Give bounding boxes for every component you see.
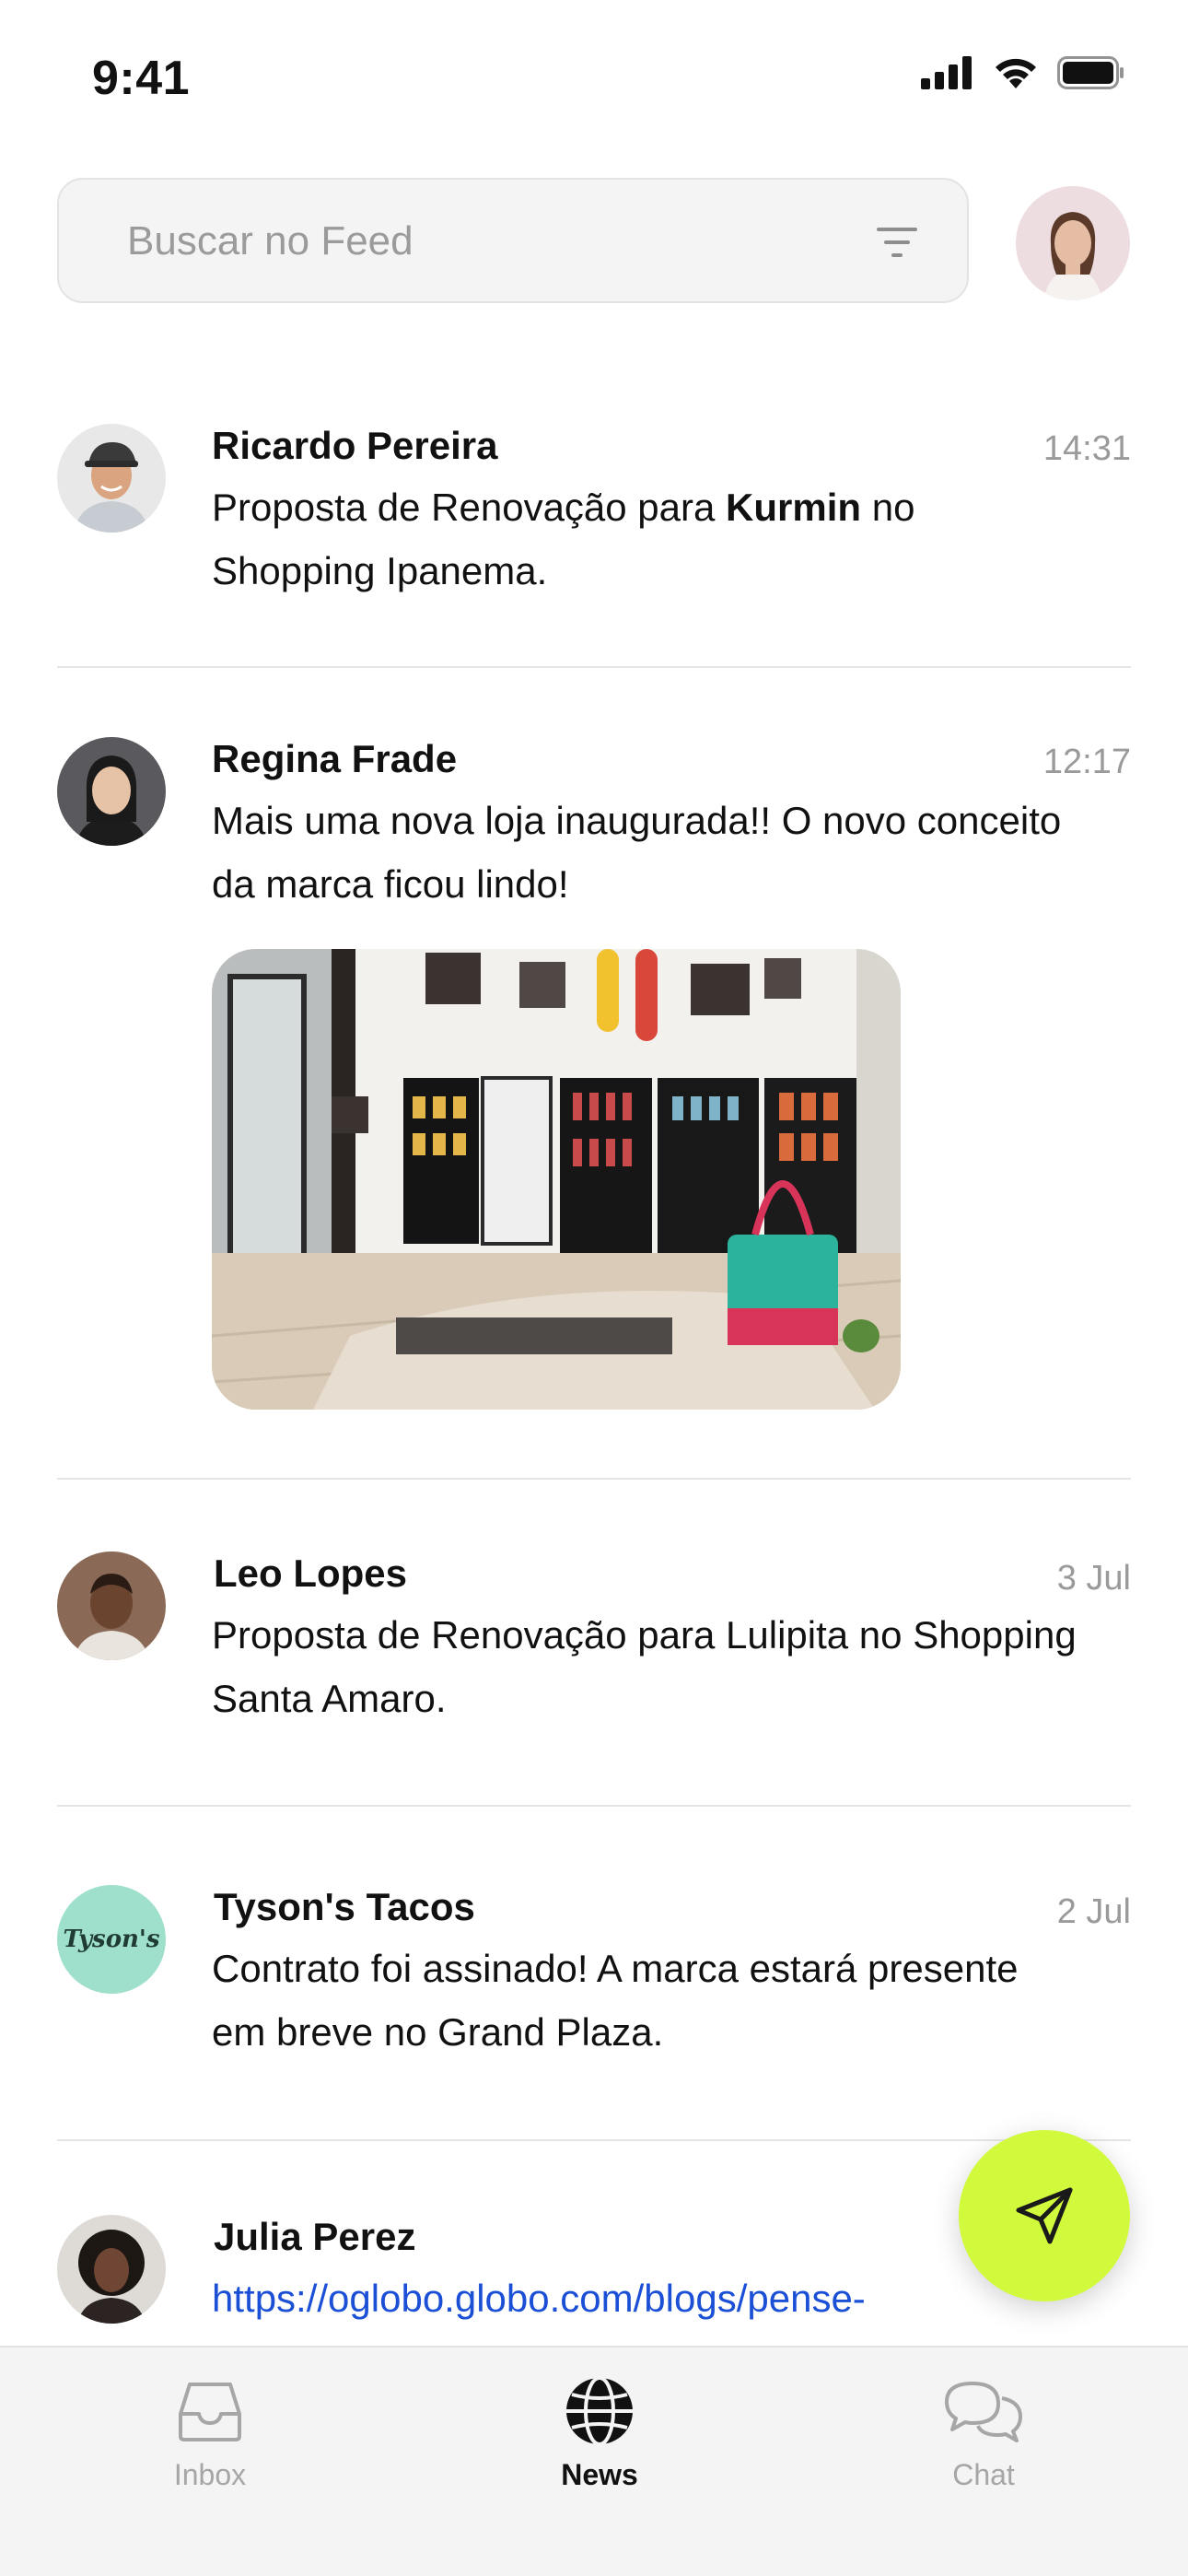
feed-item[interactable]: Leo Lopes 3 Jul Proposta de Renovação pa… [57,1551,1131,1736]
message-text: Proposta de Renovação para Lulipita no S… [212,1613,1077,1720]
avatar [57,424,166,533]
timestamp: 14:31 [1042,429,1131,468]
tab-news[interactable]: News [489,2370,710,2492]
divider [57,666,1131,668]
avatar [57,1551,166,1660]
author-name: Regina Frade [212,737,458,780]
post-image[interactable] [212,949,901,1410]
tab-label: News [561,2458,638,2491]
author-name: Tyson's Tacos [214,1885,475,1928]
feed-item[interactable]: Ricardo Pereira 14:31 Proposta de Renova… [57,424,1131,608]
message-link[interactable]: https://oglobo.globo.com/blogs/pense- [212,2266,1077,2330]
timestamp: 3 Jul [1056,1559,1131,1598]
battery-icon [1057,56,1124,89]
profile-avatar[interactable] [1016,186,1130,300]
send-icon [1016,2187,1073,2244]
search-input[interactable]: Buscar no Feed [57,178,969,303]
inbox-icon [179,2383,241,2441]
divider [57,2139,1131,2141]
brand-logo-text: Tyson's [63,1926,160,1953]
divider [57,1805,1131,1807]
chat-icon [945,2382,1022,2442]
timestamp: 2 Jul [1056,1892,1131,1931]
message-text: Mais uma nova loja inaugurada!! O novo c… [212,799,1062,906]
feed-item[interactable]: Tyson's Tyson's Tacos 2 Jul Contrato foi… [57,1885,1131,2069]
feed-item[interactable]: Regina Frade 12:17 Mais uma nova loja in… [57,737,1131,1419]
tab-chat[interactable]: Chat [873,2370,1094,2492]
status-icons [921,55,1125,90]
author-name: Julia Perez [214,2215,416,2258]
tab-inbox[interactable]: Inbox [99,2370,320,2492]
message-text: Contrato foi assinado! A marca estará pr… [212,1947,1019,2054]
signal-icon [921,56,972,89]
filter-icon[interactable] [875,224,919,261]
brand-avatar: Tyson's [57,1885,166,1994]
globe-icon [566,2376,633,2446]
wifi-icon [996,58,1036,88]
author-name: Ricardo Pereira [212,424,498,467]
divider [57,1478,1131,1480]
message-text: Proposta de Renovação para Kurmin no Sho… [212,486,915,592]
tab-bar: Inbox News Chat [0,2346,1188,2576]
status-bar: 9:41 [0,0,1188,157]
timestamp: 12:17 [1042,743,1131,781]
avatar [57,2215,166,2324]
author-name: Leo Lopes [214,1551,408,1595]
tab-label: Chat [952,2458,1015,2491]
search-placeholder: Buscar no Feed [127,218,413,263]
status-time: 9:41 [92,52,191,105]
compose-button[interactable] [959,2130,1130,2301]
tab-label: Inbox [173,2458,247,2491]
avatar [57,737,166,846]
